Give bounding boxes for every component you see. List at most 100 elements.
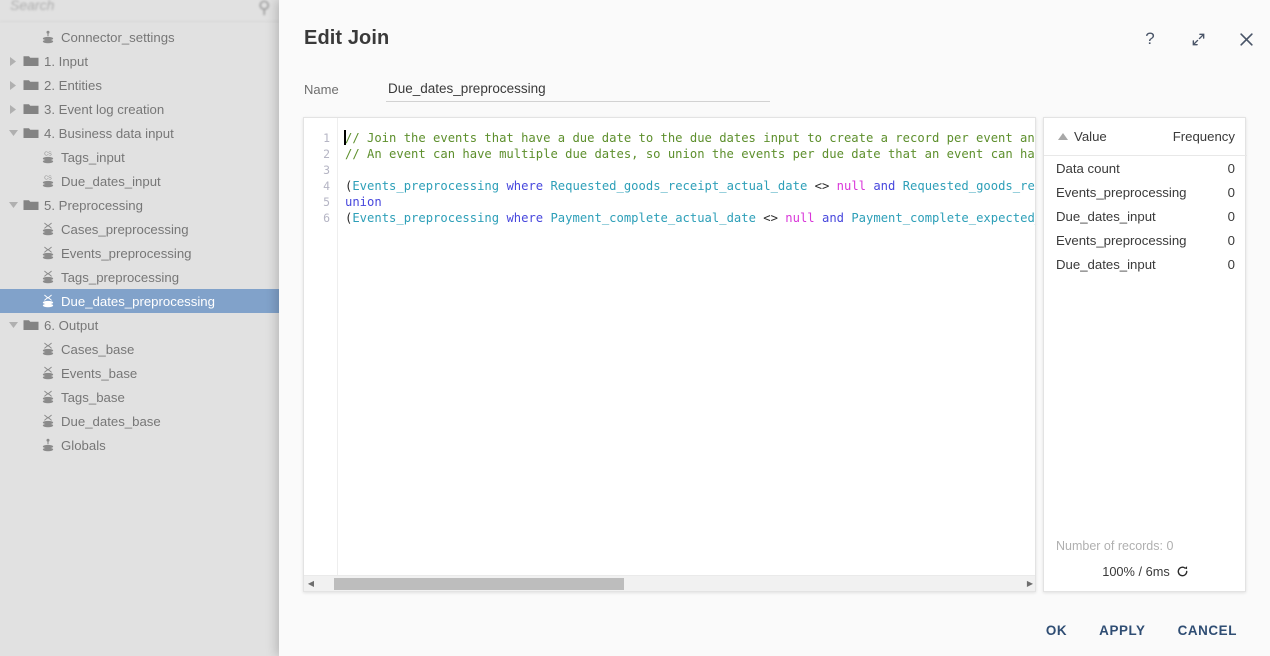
chevron-right-icon[interactable] [6,57,20,66]
expand-icon[interactable] [1185,26,1211,52]
editor-code-area[interactable]: // Join the events that have a due date … [339,118,1036,577]
tree-item-tags-base[interactable]: Tags_base [0,385,290,409]
refresh-icon[interactable] [1176,565,1189,578]
code-token: and [873,179,895,193]
tree-item-tags-preprocessing[interactable]: Tags_preprocessing [0,265,290,289]
results-row[interactable]: Due_dates_input0 [1044,252,1247,276]
code-token: <> [807,179,836,193]
results-row[interactable]: Events_preprocessing0 [1044,228,1247,252]
csv-database-icon: CS [37,173,59,189]
editor-horizontal-scrollbar[interactable]: ◀ ▶ [304,575,1036,591]
editor-line-number-gutter: 123456 [304,118,338,577]
tree-item-label: 6. Output [42,318,98,333]
tree-item-label: Due_dates_input [59,174,161,189]
scroll-right-arrow-icon[interactable]: ▶ [1023,579,1036,588]
tree-item-label: Cases_preprocessing [59,222,189,237]
results-row-value: Data count [1056,161,1228,176]
tree-item-label: 4. Business data input [42,126,174,141]
background-application: Search ⚲ Connector_settings 1. Input 2. En… [0,0,290,656]
query-editor-card: 123456 // Join the events that have a du… [303,117,1036,592]
tree-item-due-dates-input[interactable]: CSDue_dates_input [0,169,290,193]
tree-item-4-business-data-input[interactable]: 4. Business data input [0,121,290,145]
chevron-down-icon[interactable] [6,202,20,209]
edit-join-dialog: Edit Join ? Name 123456 // Join the even… [279,0,1270,656]
folder-icon [20,318,42,332]
results-row-value: Events_preprocessing [1056,233,1228,248]
code-line: (Events_preprocessing where Payment_comp… [339,210,1036,226]
code-line: (Events_preprocessing where Requested_go… [339,178,1036,194]
tree-item-due-dates-base[interactable]: Due_dates_base [0,409,290,433]
folder-icon [20,126,42,140]
results-row-value: Due_dates_input [1056,257,1228,272]
join-database-icon [37,341,59,357]
tree-item-tags-input[interactable]: CSTags_input [0,145,290,169]
help-icon[interactable]: ? [1137,26,1163,52]
code-token: where [506,179,543,193]
results-row[interactable]: Events_preprocessing0 [1044,180,1247,204]
tree-item-cases-preprocessing[interactable]: Cases_preprocessing [0,217,290,241]
apply-button[interactable]: APPLY [1086,615,1158,646]
records-count-label: Number of records: 0 [1056,539,1173,553]
line-number: 4 [304,178,337,194]
tree-item-label: 2. Entities [42,78,102,93]
ok-button[interactable]: OK [1033,615,1080,646]
tree-item-label: Events_base [59,366,137,381]
results-row-value: Due_dates_input [1056,209,1228,224]
tree-item-due-dates-preprocessing[interactable]: Due_dates_preprocessing [0,289,290,313]
tree-item-globals[interactable]: Globals [0,433,290,457]
results-row[interactable]: Data count0 [1044,156,1247,180]
tree-item-2-entities[interactable]: 2. Entities [0,73,290,97]
search-icon[interactable]: ⚲ [258,0,270,18]
code-line: // An event can have multiple due dates,… [339,146,1036,162]
text-caret [344,130,346,145]
settings-database-icon [37,437,59,453]
code-token: union [345,195,382,209]
chevron-down-icon[interactable] [6,322,20,329]
results-row-frequency: 0 [1228,233,1235,248]
join-database-icon [37,293,59,309]
column-header-frequency[interactable]: Frequency [1173,129,1235,144]
object-tree[interactable]: Connector_settings 1. Input 2. Entities 3. … [0,23,290,656]
code-token: Requested_goods_receipt_expected_date [903,179,1036,193]
search-bar[interactable]: Search ⚲ [0,0,290,22]
column-header-value[interactable]: Value [1074,129,1173,144]
code-token: Payment_complete_expected_date [851,211,1036,225]
name-input[interactable] [386,78,770,102]
cancel-button[interactable]: CANCEL [1165,615,1250,646]
sort-ascending-icon[interactable] [1056,130,1070,144]
results-row-frequency: 0 [1228,257,1235,272]
scroll-left-arrow-icon[interactable]: ◀ [304,579,318,588]
name-label: Name [304,82,339,97]
folder-icon [20,78,42,92]
tree-item-connector-settings[interactable]: Connector_settings [0,25,290,49]
execution-status-text: 100% / 6ms [1102,564,1170,579]
code-line: union [339,194,1036,210]
code-token: null [785,211,814,225]
join-database-icon [37,245,59,261]
results-table-header: Value Frequency [1044,118,1247,156]
tree-item-label: 3. Event log creation [42,102,164,117]
tree-item-6-output[interactable]: 6. Output [0,313,290,337]
scrollbar-thumb[interactable] [334,578,624,590]
line-number: 1 [304,130,337,146]
join-database-icon [37,389,59,405]
code-token: // An event can have multiple due dates,… [345,147,1036,161]
tree-item-label: Tags_preprocessing [59,270,179,285]
code-token [895,179,902,193]
close-icon[interactable] [1233,26,1259,52]
results-row[interactable]: Due_dates_input0 [1044,204,1247,228]
code-token: and [822,211,844,225]
tree-item-1-input[interactable]: 1. Input [0,49,290,73]
tree-item-5-preprocessing[interactable]: 5. Preprocessing [0,193,290,217]
chevron-right-icon[interactable] [6,105,20,114]
line-number: 3 [304,162,337,178]
scrollbar-track[interactable] [318,576,1023,592]
chevron-down-icon[interactable] [6,130,20,137]
tree-item-events-base[interactable]: Events_base [0,361,290,385]
tree-item-cases-base[interactable]: Cases_base [0,337,290,361]
tree-item-3-event-log-creation[interactable]: 3. Event log creation [0,97,290,121]
tree-item-label: Cases_base [59,342,134,357]
tree-item-label: Connector_settings [59,30,175,45]
tree-item-events-preprocessing[interactable]: Events_preprocessing [0,241,290,265]
chevron-right-icon[interactable] [6,81,20,90]
